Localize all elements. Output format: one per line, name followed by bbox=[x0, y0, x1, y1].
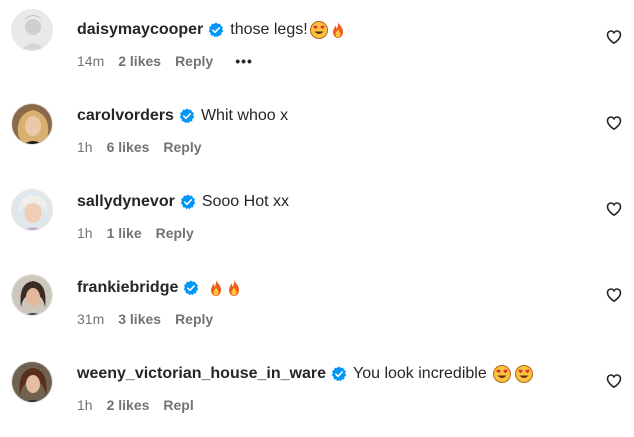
comment-meta: 14m 2 likes Reply ••• bbox=[77, 52, 267, 70]
username[interactable]: weeny_victorian_house_in_ware bbox=[77, 364, 326, 384]
comment-item: carolvorders Whit whoo x 1h 6 likes Repl… bbox=[0, 86, 634, 172]
reply-button[interactable]: Reply bbox=[163, 138, 201, 156]
comment-item: weeny_victorian_house_in_ware You look i… bbox=[0, 344, 634, 430]
comment-item: frankiebridge 31m 3 likes Reply bbox=[0, 258, 634, 344]
comment-time[interactable]: 1h bbox=[77, 224, 93, 242]
comment-meta: 1h 2 likes Repl bbox=[77, 396, 208, 414]
comment-text: Sooo Hot xx bbox=[201, 193, 289, 210]
avatar[interactable] bbox=[11, 274, 53, 316]
comment-text: those legs! bbox=[230, 21, 308, 38]
likes-count[interactable]: 2 likes bbox=[107, 396, 150, 414]
username[interactable]: daisymaycooper bbox=[77, 20, 203, 40]
likes-count[interactable]: 2 likes bbox=[118, 52, 161, 70]
like-heart-icon[interactable] bbox=[606, 29, 622, 45]
like-heart-icon[interactable] bbox=[606, 287, 622, 303]
like-heart-icon[interactable] bbox=[606, 115, 622, 131]
comment-time[interactable]: 1h bbox=[77, 396, 93, 414]
avatar[interactable] bbox=[11, 361, 53, 403]
comment-meta: 1h 6 likes Reply bbox=[77, 138, 216, 156]
avatar[interactable] bbox=[11, 103, 53, 145]
more-options-icon[interactable]: ••• bbox=[235, 52, 253, 70]
like-heart-icon[interactable] bbox=[606, 201, 622, 217]
avatar[interactable] bbox=[11, 189, 53, 231]
reply-button[interactable]: Repl bbox=[163, 396, 193, 414]
comment-body: frankiebridge bbox=[77, 278, 243, 298]
username[interactable]: carolvorders bbox=[77, 106, 174, 126]
likes-count[interactable]: 6 likes bbox=[107, 138, 150, 156]
reply-button[interactable]: Reply bbox=[156, 224, 194, 242]
reply-button[interactable]: Reply bbox=[175, 310, 213, 328]
comment-time[interactable]: 1h bbox=[77, 138, 93, 156]
comment-body: sallydynevor Sooo Hot xx bbox=[77, 192, 289, 212]
comment-meta: 31m 3 likes Reply bbox=[77, 310, 227, 328]
like-heart-icon[interactable] bbox=[606, 373, 622, 389]
heart-eyes-emoji-icon bbox=[309, 21, 328, 39]
heart-eyes-emoji-icon bbox=[514, 365, 533, 383]
comment-time[interactable]: 14m bbox=[77, 52, 104, 70]
reply-button[interactable]: Reply bbox=[175, 52, 213, 70]
comment-body: weeny_victorian_house_in_ware You look i… bbox=[77, 364, 533, 384]
comment-meta: 1h 1 like Reply bbox=[77, 224, 208, 242]
comment-text: Whit whoo x bbox=[200, 107, 289, 124]
verified-badge-icon bbox=[179, 108, 195, 124]
verified-badge-icon bbox=[180, 194, 196, 210]
fire-emoji-icon bbox=[207, 279, 225, 297]
comment-time[interactable]: 31m bbox=[77, 310, 104, 328]
comment-item: daisymaycooper those legs! 14m 2 likes R… bbox=[0, 0, 634, 86]
verified-badge-icon bbox=[208, 22, 224, 38]
username[interactable]: frankiebridge bbox=[77, 278, 178, 298]
fire-emoji-icon bbox=[329, 21, 347, 39]
username[interactable]: sallydynevor bbox=[77, 192, 175, 212]
likes-count[interactable]: 1 like bbox=[107, 224, 142, 242]
heart-eyes-emoji-icon bbox=[492, 365, 511, 383]
likes-count[interactable]: 3 likes bbox=[118, 310, 161, 328]
fire-emoji-icon bbox=[225, 279, 243, 297]
comment-body: daisymaycooper those legs! bbox=[77, 20, 347, 40]
verified-badge-icon bbox=[331, 366, 347, 382]
comment-body: carolvorders Whit whoo x bbox=[77, 106, 288, 126]
verified-badge-icon bbox=[183, 280, 199, 296]
comment-item: sallydynevor Sooo Hot xx 1h 1 like Reply bbox=[0, 172, 634, 258]
comment-text: You look incredible bbox=[353, 365, 487, 382]
avatar[interactable] bbox=[11, 9, 53, 51]
